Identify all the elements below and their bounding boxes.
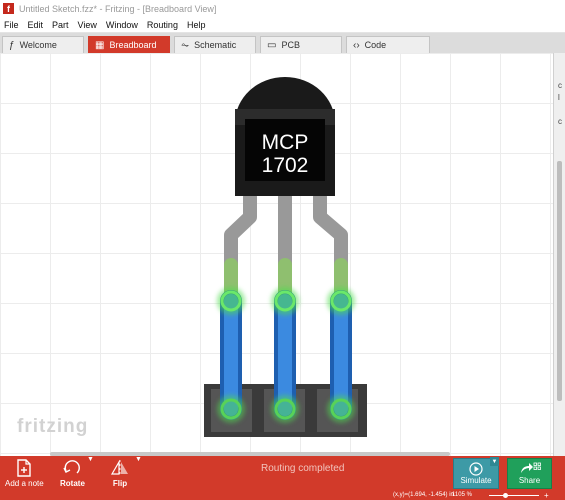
vertical-scrollbar[interactable] — [557, 161, 562, 401]
zoom-level: 1105 % — [452, 492, 472, 498]
play-icon — [469, 462, 483, 476]
menu-bar: File Edit Part View Window Routing Help — [0, 17, 565, 33]
schematic-icon: ⏦ — [181, 39, 190, 51]
fritzing-f-icon: ƒ — [9, 39, 15, 51]
rotate-icon — [60, 458, 84, 478]
add-note-button[interactable]: Add a note — [5, 458, 44, 488]
transistor-legs — [224, 190, 348, 305]
flip-button[interactable]: Flip — [108, 458, 132, 488]
share-icon — [520, 462, 541, 473]
part-label-line2: 1702 — [262, 154, 309, 177]
tab-code[interactable]: ‹› Code — [346, 36, 430, 53]
simulate-dropdown-caret[interactable]: ▼ — [490, 457, 499, 466]
rotate-dropdown-caret[interactable]: ▼ — [87, 456, 94, 463]
menu-file[interactable]: File — [4, 20, 19, 30]
window-title: Untitled Sketch.fzz* - Fritzing - [Bread… — [19, 3, 217, 14]
part-label-line1: MCP — [262, 131, 309, 154]
dock-glyph-3: c — [558, 117, 562, 126]
pcb-icon: ▭ — [267, 39, 277, 51]
rotate-button[interactable]: Rotate — [60, 458, 85, 488]
zoom-slider-handle[interactable] — [503, 493, 508, 498]
zoom-in-icon[interactable]: + — [544, 491, 549, 500]
note-icon — [12, 458, 36, 478]
code-icon: ‹› — [353, 39, 360, 51]
menu-view[interactable]: View — [78, 20, 97, 30]
flip-icon — [108, 458, 132, 478]
mcp1702-regulator[interactable]: MCP 1702 — [235, 77, 335, 196]
menu-help[interactable]: Help — [187, 20, 206, 30]
routing-status: Routing completed — [261, 463, 345, 474]
tab-breadboard[interactable]: ▦ Breadboard — [88, 36, 170, 53]
breadboard-icon: ▦ — [95, 39, 105, 51]
zoom-slider[interactable] — [489, 495, 539, 496]
flip-dropdown-caret[interactable]: ▼ — [135, 456, 142, 463]
status-bar: (x,y)=(1.694, -1.454) in 1105 % + — [0, 491, 565, 500]
dock-glyph-1: c — [558, 81, 562, 90]
tab-schematic[interactable]: ⏦ Schematic — [174, 36, 256, 53]
part-graphics: MCP 1702 — [204, 77, 367, 437]
cursor-coordinates: (x,y)=(1.694, -1.454) in — [393, 492, 454, 498]
title-bar: f Untitled Sketch.fzz* - Fritzing - [Bre… — [0, 0, 565, 17]
menu-window[interactable]: Window — [106, 20, 138, 30]
breadboard-canvas[interactable]: MCP 1702 fritzing — [0, 53, 553, 456]
dock-glyph-2: l — [558, 93, 560, 102]
fritzing-watermark: fritzing — [17, 416, 89, 437]
fritzing-app-icon: f — [3, 3, 14, 14]
share-button[interactable]: Share — [507, 458, 552, 489]
bottom-toolbar: Add a note Rotate ▼ Flip ▼ Routing compl… — [0, 456, 565, 492]
view-tabs: ƒ Welcome ▦ Breadboard ⏦ Schematic ▭ PCB… — [0, 33, 565, 53]
right-dock-strip: c l c — [553, 53, 565, 456]
menu-edit[interactable]: Edit — [28, 20, 44, 30]
tab-pcb[interactable]: ▭ PCB — [260, 36, 342, 53]
menu-part[interactable]: Part — [52, 20, 69, 30]
menu-routing[interactable]: Routing — [147, 20, 178, 30]
tab-welcome[interactable]: ƒ Welcome — [2, 36, 84, 53]
